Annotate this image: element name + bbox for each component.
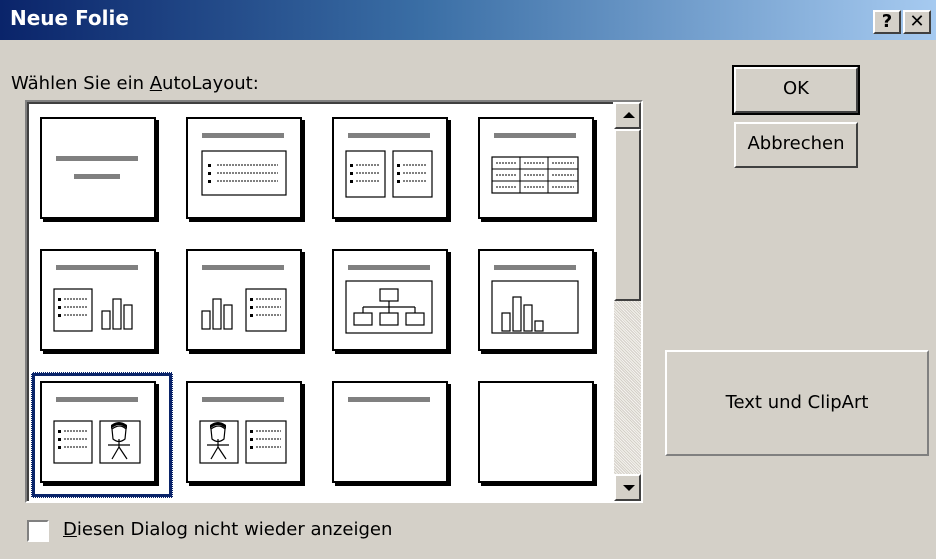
dialog-title: Neue Folie	[10, 6, 129, 30]
new-slide-dialog: Neue Folie ? ✕ Wählen Sie ein AutoLayout…	[0, 0, 936, 559]
layout-chart[interactable]	[478, 249, 594, 351]
layout-clipart-and-text[interactable]	[186, 381, 302, 483]
autolayout-label: Wählen Sie ein AutoLayout:	[11, 73, 259, 94]
arrow-up-icon	[623, 112, 635, 118]
layout-title-slide[interactable]	[40, 117, 156, 219]
text-and-chart-thumbnail	[53, 265, 138, 332]
layout-organization-chart[interactable]	[332, 249, 448, 351]
bulleted-list-thumbnail	[201, 133, 287, 196]
layout-text-and-chart[interactable]	[40, 249, 156, 351]
title-bar: Neue Folie ? ✕	[0, 0, 936, 40]
chart-and-text-thumbnail	[201, 265, 287, 332]
title-slide-thumbnail	[56, 156, 138, 179]
vertical-scrollbar[interactable]	[614, 102, 641, 501]
layout-name: Text und ClipArt	[725, 392, 869, 413]
arrow-down-icon	[623, 485, 635, 491]
chart-thumbnail	[491, 265, 579, 334]
org-chart-thumbnail	[345, 265, 433, 334]
ok-button[interactable]: OK	[732, 65, 860, 115]
cancel-button[interactable]: Abbrechen	[734, 122, 858, 168]
layout-table[interactable]	[478, 117, 594, 219]
dont-show-again-checkbox[interactable]	[27, 520, 49, 542]
scroll-down-button[interactable]	[614, 474, 641, 501]
layout-preview: Text und ClipArt	[665, 350, 929, 456]
text-and-clipart-thumbnail	[53, 397, 141, 464]
table-thumbnail	[491, 133, 579, 194]
layout-blank[interactable]	[478, 381, 594, 483]
layout-bulleted-list[interactable]	[186, 117, 302, 219]
layout-two-column-text[interactable]	[332, 117, 448, 219]
title-only-thumbnail	[348, 397, 430, 402]
dont-show-again-label[interactable]: Diesen Dialog nicht wieder anzeigen	[63, 519, 392, 540]
clipart-and-text-thumbnail	[199, 397, 287, 464]
scroll-thumb[interactable]	[614, 129, 641, 301]
layout-text-and-clipart[interactable]	[40, 381, 156, 483]
layout-title-only[interactable]	[332, 381, 448, 483]
close-button[interactable]: ✕	[903, 10, 931, 34]
two-column-text-thumbnail	[345, 133, 433, 198]
scroll-up-button[interactable]	[614, 102, 641, 129]
help-button[interactable]: ?	[873, 10, 901, 34]
layout-chart-and-text[interactable]	[186, 249, 302, 351]
